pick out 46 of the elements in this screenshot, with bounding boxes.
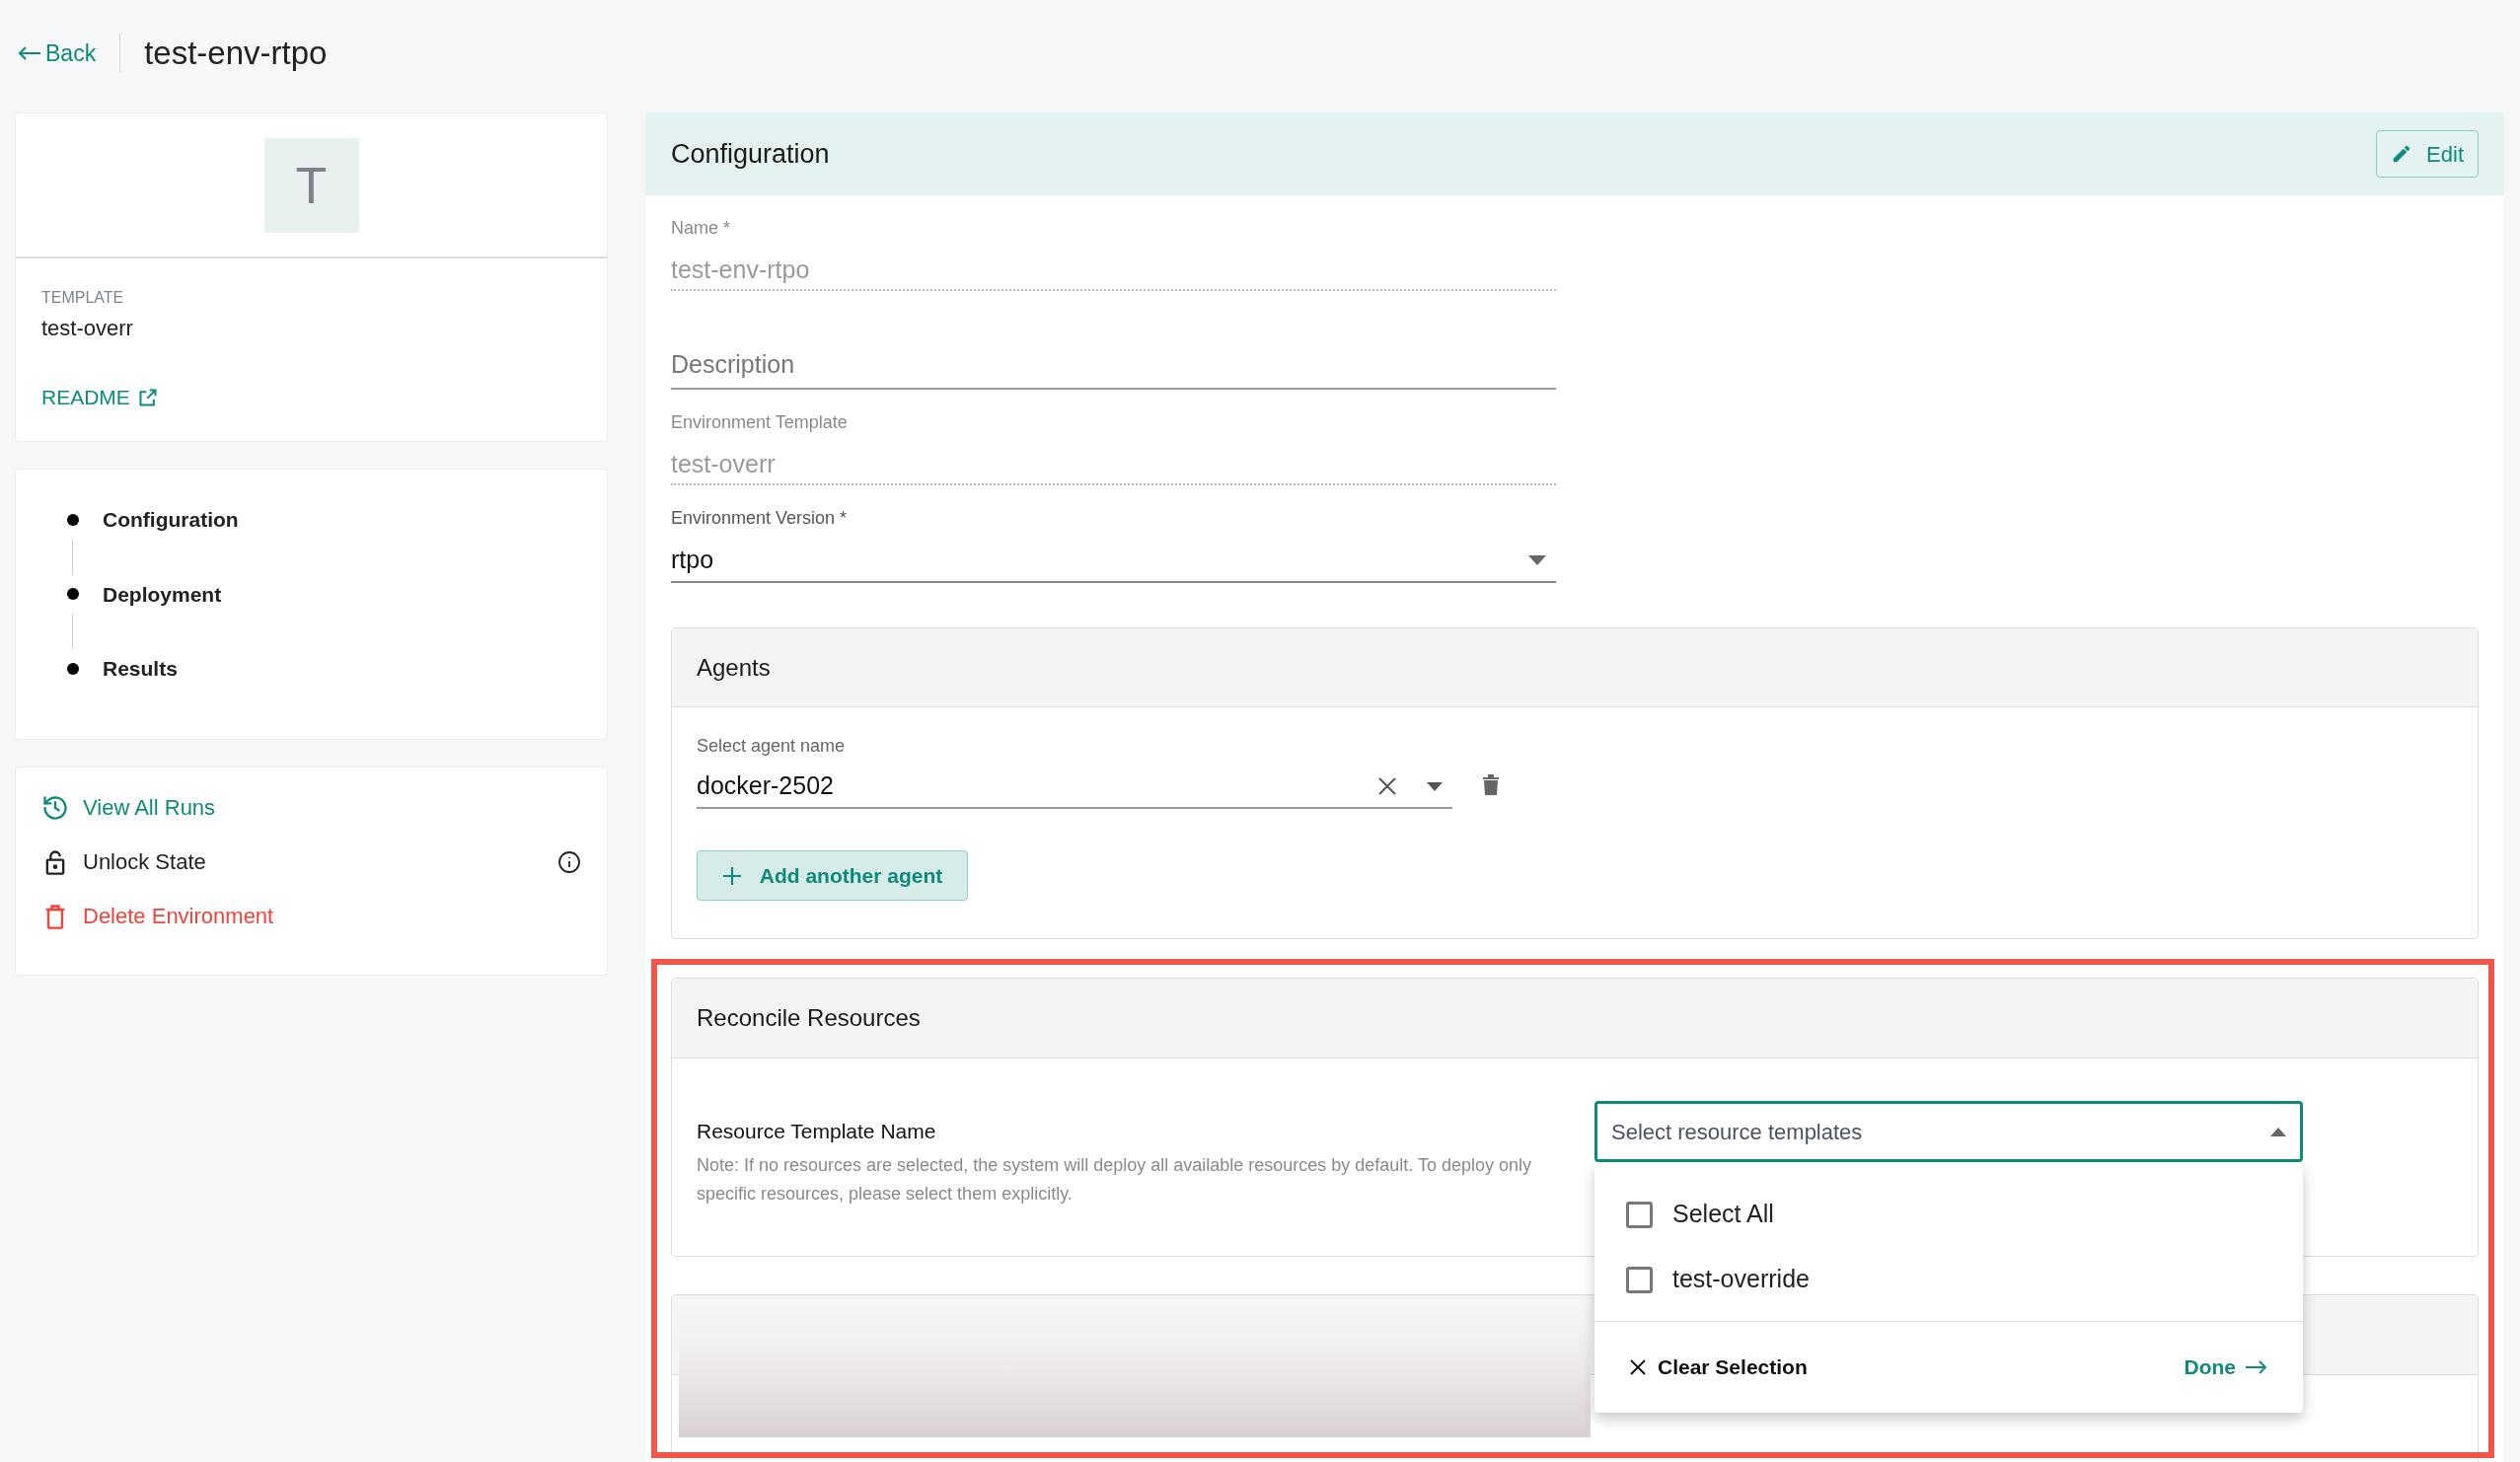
caret-icon[interactable] (1427, 781, 1443, 791)
external-link-icon (137, 387, 158, 407)
version-select[interactable]: rtpo (671, 540, 1556, 583)
history-icon (41, 793, 69, 822)
panel-title: Configuration (671, 137, 830, 171)
menu-option[interactable]: Select All (1594, 1182, 2303, 1247)
checkbox[interactable] (1626, 1266, 1653, 1293)
agent-select[interactable]: docker-2502 (697, 766, 1452, 809)
trash-icon[interactable] (1482, 773, 1500, 795)
field-label: Name * (671, 217, 732, 240)
caret-up-icon (2270, 1127, 2286, 1136)
done-button[interactable]: Done (2184, 1352, 2267, 1383)
sidebar-action[interactable]: Unlock State (41, 845, 206, 878)
page-title: test-env-rtpo (144, 34, 328, 74)
step-label: Deployment (103, 581, 222, 608)
arrow-left-icon (18, 45, 41, 61)
edit-button[interactable]: Edit (2376, 130, 2479, 178)
field-note: Note: If no resources are selected, the system will deploy all available resources by default. To deploy only specific resources, please select them explicitly. (697, 1153, 1533, 1206)
sidebar-action[interactable]: Delete Environment (41, 900, 274, 932)
template-name: test-overr (41, 315, 134, 342)
step-label: Results (103, 656, 178, 682)
field-label: Resource Template Name (697, 1119, 937, 1144)
sidebar-action[interactable]: View All Runs (41, 791, 216, 824)
plus-icon (721, 865, 742, 886)
resource-template-select[interactable]: Select resource templates (1594, 1101, 2303, 1162)
readonly-field: test-env-rtpo (671, 252, 1556, 291)
field-label: Environment Template (671, 411, 849, 434)
close-icon (1630, 1359, 1646, 1375)
readme-link[interactable]: README (41, 382, 581, 413)
avatar: T (263, 137, 359, 233)
description-field[interactable]: Description (671, 340, 1556, 390)
caret-icon (1528, 555, 1546, 565)
back-link[interactable]: Back (18, 36, 97, 71)
template-label: TEMPLATE (41, 288, 125, 308)
step-label: Configuration (103, 507, 239, 533)
arrow-right-icon (2246, 1360, 2267, 1374)
field-label: Environment Version * (671, 507, 849, 530)
checkbox[interactable] (1626, 1201, 1653, 1228)
clear-selection-button[interactable]: Clear Selection (1630, 1352, 1808, 1383)
menu-option[interactable]: test-override (1594, 1247, 2303, 1312)
section-title: Agents (697, 652, 771, 683)
clear-icon[interactable] (1377, 776, 1397, 796)
info-icon[interactable] (557, 849, 581, 874)
field-label: Select agent name (697, 735, 847, 758)
section-title: Reconcile Resources (697, 1003, 921, 1033)
readonly-field: test-overr (671, 446, 1556, 485)
